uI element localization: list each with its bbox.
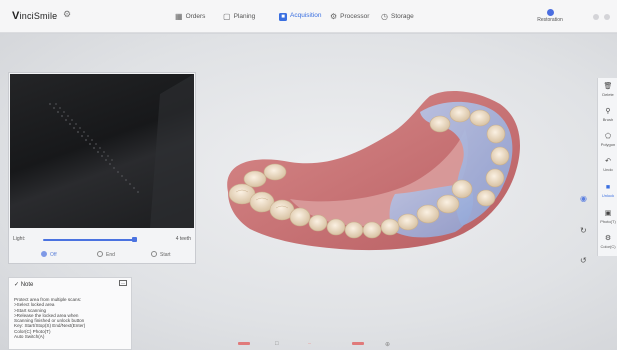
pin-icon: ✓ <box>14 282 20 288</box>
rotate-icon[interactable]: ↻ <box>580 226 587 235</box>
grid-icon: ▦ <box>175 12 183 21</box>
top-bar: VinciSmile ⚙ ▦ Orders ▢ Planing ■ Acquisiti… <box>0 0 617 33</box>
bite-icon[interactable]: □ <box>275 341 279 347</box>
unlock-tool[interactable]: ■ Unlock <box>598 184 617 198</box>
target-icon[interactable]: ◉ <box>580 194 587 203</box>
note-panel: ✓ Note — Protect area from multiple scan… <box>8 277 132 350</box>
camera-preview <box>10 74 194 228</box>
off-button[interactable]: Off <box>41 251 57 258</box>
tab-acquisition[interactable]: ■ Acquisition <box>279 12 321 21</box>
teeth-count-label: 4 teeth <box>175 236 191 242</box>
photo-icon: ▣ <box>604 210 612 217</box>
photo-tool[interactable]: ▣ Photo(T) <box>598 210 617 224</box>
restoration-button[interactable]: Restoration <box>535 9 565 23</box>
restoration-icon <box>546 9 554 16</box>
brush-icon: ⚲ <box>605 108 611 115</box>
undo-tool[interactable]: ↶ Undo <box>598 158 617 172</box>
polygon-icon: ⬠ <box>604 133 612 140</box>
add-segment-icon[interactable]: ⊕ <box>385 341 390 348</box>
bracket-icon: ▢ <box>223 12 231 21</box>
note-header: ✓ Note <box>14 282 34 288</box>
brush-tool[interactable]: ⚲ Brush <box>598 108 617 122</box>
undo-icon: ↶ <box>605 158 611 165</box>
undo-view-icon[interactable]: ↺ <box>580 256 587 265</box>
gear-icon: ⚙ <box>330 12 338 21</box>
light-control: Light: 4 teeth <box>13 236 191 242</box>
note-body: Protect area from multiple scans: >Selec… <box>14 297 86 340</box>
lower-jaw-thumb[interactable]: ⎯ <box>308 341 311 348</box>
tab-storage[interactable]: ◷ Storage <box>381 12 414 21</box>
clock-icon: ◷ <box>381 12 388 21</box>
note-collapse-button[interactable]: — <box>119 280 127 286</box>
power-icon <box>41 251 47 257</box>
edit-toolbar: 🗑︎ Delete ⚲ Brush ⬠ Polygon ↶ Undo ■ Unlock ▣… <box>597 78 617 256</box>
lower-jaw-segment[interactable] <box>352 342 364 345</box>
app-logo: VinciSmile <box>12 10 58 22</box>
delete-tool[interactable]: 🗑︎ Delete <box>598 83 617 97</box>
tab-planing[interactable]: ▢ Planing <box>223 12 255 21</box>
trash-icon: 🗑︎ <box>603 83 613 90</box>
minimize-button[interactable] <box>593 14 599 20</box>
scan-icon: ■ <box>279 13 287 21</box>
close-button[interactable] <box>604 14 610 20</box>
start-button[interactable]: Start <box>151 251 171 258</box>
color-tool[interactable]: ⚙ Color(C) <box>598 235 617 249</box>
scan-segment-bar: □ ⎯ ⊕ <box>230 338 390 350</box>
tab-orders[interactable]: ▦ Orders <box>175 12 205 21</box>
gear-icon[interactable]: ⚙ <box>63 9 71 20</box>
camera-texture <box>48 74 194 228</box>
scan-controls: Off End Start <box>13 251 193 261</box>
light-slider-track[interactable] <box>43 239 134 241</box>
play-icon <box>151 251 157 257</box>
tab-processor[interactable]: ⚙ Processor <box>330 12 369 21</box>
end-button[interactable]: End <box>97 251 115 258</box>
color-icon: ⚙ <box>604 235 612 242</box>
upper-jaw-thumb[interactable] <box>238 342 250 345</box>
camera-panel: Light: 4 teeth Off End Start <box>8 72 196 264</box>
light-slider-handle[interactable] <box>132 237 137 242</box>
polygon-tool[interactable]: ⬠ Polygon <box>598 133 617 147</box>
stop-icon <box>97 251 103 257</box>
lock-icon: ■ <box>605 184 611 191</box>
